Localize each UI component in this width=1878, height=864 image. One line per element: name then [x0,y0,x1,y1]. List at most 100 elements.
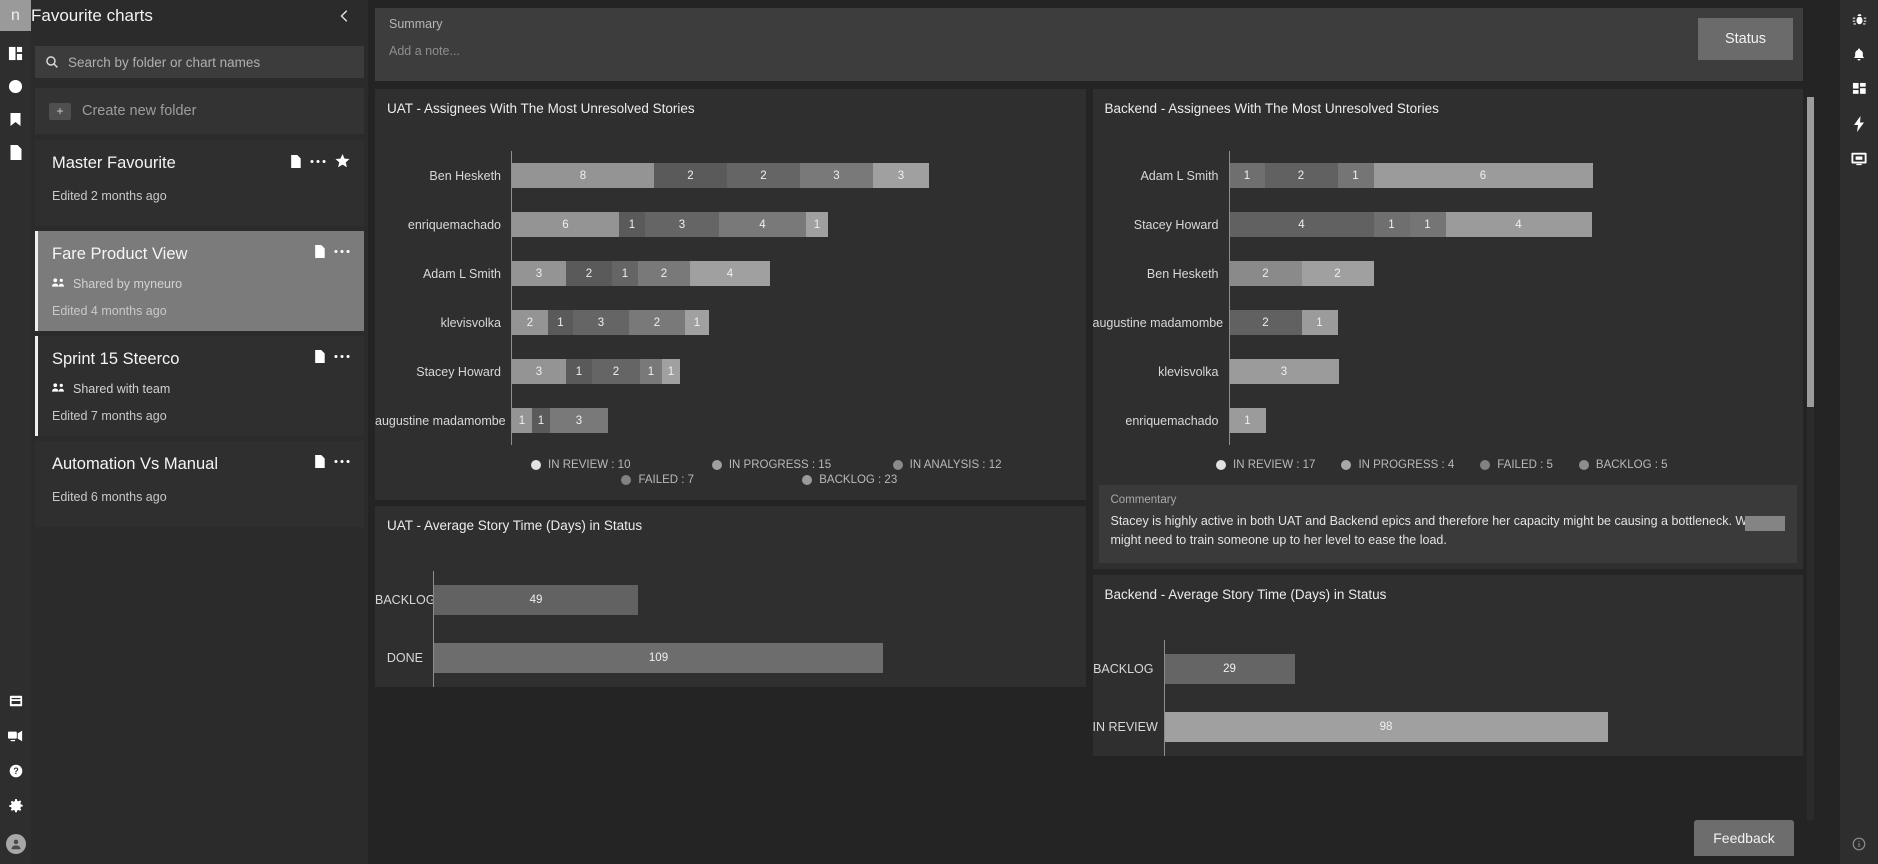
document-icon[interactable] [290,154,301,168]
chart-bar-segment[interactable]: 1 [619,212,645,237]
chart-bar-segment[interactable]: 6 [1373,163,1593,188]
chart-stacked-bar[interactable]: 4114 [1229,212,1592,237]
bolt-icon[interactable] [1850,115,1868,133]
chart-bar[interactable]: 98 [1164,711,1608,742]
folder-card[interactable]: Sprint 15 Steerco Shared with team Edited … [35,336,364,436]
chart-bar-segment[interactable]: 2 [1264,163,1338,188]
chart-bar-segment[interactable]: 2 [1229,310,1302,335]
chevron-left-icon[interactable] [336,7,354,25]
chart-bar-row[interactable]: augustine madamombe 1 1 3 [375,396,1074,445]
chart-legend-item[interactable]: IN REVIEW : 10 [531,459,712,471]
chart-stacked-bar[interactable]: 82233 [512,163,929,188]
chart-bar-segment[interactable]: 3 [550,408,608,433]
chart-bar-segment[interactable]: 1 [806,212,828,237]
commentary-panel[interactable]: Commentary Stacey is highly active in bo… [1098,485,1797,563]
chart-legend-item[interactable]: BACKLOG : 23 [802,474,983,486]
chart-bar-segment[interactable]: 6 [512,212,619,237]
chart-bar-segment[interactable]: 1 [1301,310,1338,335]
chart-bar-segment[interactable]: 8 [512,163,654,188]
chart-bar-row[interactable]: Stacey Howard 4 1 1 4 [1093,200,1792,249]
chart-stacked-bar[interactable]: 61341 [512,212,828,237]
chart-bar-segment[interactable]: 1 [612,261,638,286]
help-icon[interactable]: ? [7,762,25,780]
chart-legend-item[interactable]: IN PROGRESS : 4 [1341,459,1454,471]
chart-bar-segment[interactable]: 1 [1373,212,1410,237]
dashboard-icon[interactable] [7,44,25,62]
chart-bar[interactable]: 29 [1164,653,1295,684]
chart-bar-segment[interactable]: 1 [566,359,592,384]
chart-bar-row[interactable]: klevisvolka 3 [1093,347,1792,396]
chart-bar-segment[interactable]: 4 [1229,212,1374,237]
chart-bar-segment[interactable]: 2 [727,163,800,188]
chart-bar-segment[interactable]: 3 [800,163,873,188]
chart-bar-row[interactable]: Adam L Smith 3 2 1 2 4 [375,249,1074,298]
folder-card[interactable]: Automation Vs Manual Edited 6 months ago [35,441,364,527]
chart-stacked-bar[interactable]: 22 [1229,261,1374,286]
chart-bar-row[interactable]: BACKLOG 29 [1093,639,1792,698]
chart-bar-segment[interactable]: 4 [1445,212,1592,237]
chart-bar-row[interactable]: enriquemachado 6 1 3 4 1 [375,200,1074,249]
folder-card[interactable]: Fare Product View Shared by myneuro Edited… [35,231,364,331]
chart-legend-item[interactable]: BACKLOG : 5 [1578,459,1668,471]
screen-share-icon[interactable] [7,727,25,745]
gear-icon[interactable] [7,797,25,815]
chart-stacked-bar[interactable]: 1 [1229,408,1266,433]
chart-bar-segment[interactable]: 1 [548,310,573,335]
chart-bar-row[interactable]: Adam L Smith 1 2 1 6 [1093,151,1792,200]
document-icon[interactable] [314,245,325,258]
chart-legend-item[interactable]: IN ANALYSIS : 12 [892,459,1074,471]
chart-bar-row[interactable]: klevisvolka 2 1 3 2 1 [375,298,1074,347]
chart-bar[interactable]: 109 [434,643,883,673]
chart-bar-segment[interactable]: 3 [512,359,566,384]
chart-bar-row[interactable]: augustine madamombe 2 1 [1093,298,1792,347]
commentary-action-placeholder[interactable] [1745,516,1785,531]
book-icon[interactable] [7,692,25,710]
info-icon[interactable] [1852,837,1866,856]
app-logo[interactable]: n [0,0,31,31]
chart-bar-segment[interactable]: 3 [573,310,629,335]
chart-bar-segment[interactable]: 2 [654,163,727,188]
chart-bar-segment[interactable]: 1 [532,408,550,433]
folder-card[interactable]: Master Favourite Edited 2 months ago [35,140,364,226]
create-new-folder-button[interactable]: + Create new folder [35,88,364,134]
chart-uat-assignees[interactable]: Ben Hesketh 8 2 2 3 3 enriquemachado 6 1 3 4 1 Adam … [375,116,1086,500]
chart-bar-segment[interactable]: 1 [512,408,532,433]
chart-legend-item[interactable]: IN PROGRESS : 15 [711,459,893,471]
summary-note-input[interactable]: Add a note... [389,44,1791,58]
document-icon[interactable] [7,143,25,161]
chart-bar-value[interactable]: 49 [434,585,638,615]
chart-bar-row[interactable]: DONE 109 [375,629,1074,687]
chart-bar-segment[interactable]: 3 [1229,359,1339,384]
bookmark-icon[interactable] [7,110,25,128]
chart-bar-row[interactable]: IN REVIEW 98 [1093,697,1792,756]
chart-stacked-bar[interactable]: 3 [1229,359,1339,384]
chart-bar-segment[interactable]: 2 [1301,261,1374,286]
star-icon[interactable] [335,154,350,168]
status-button[interactable]: Status [1698,18,1793,60]
chart-bar-segment[interactable]: 1 [1409,212,1446,237]
chart-bar[interactable]: 49 [434,585,638,615]
chart-stacked-bar[interactable]: 21321 [512,310,709,335]
chart-bar-segment[interactable]: 2 [638,261,690,286]
monitor-icon[interactable] [1850,150,1868,168]
more-icon[interactable] [310,159,326,164]
chart-bar-segment[interactable]: 1 [640,359,662,384]
chart-bar-segment[interactable]: 2 [592,359,640,384]
more-icon[interactable] [334,249,350,254]
chart-bar-segment[interactable]: 1 [1229,163,1265,188]
chart-bar-segment[interactable]: 2 [629,310,685,335]
user-avatar-icon[interactable] [5,834,26,854]
chart-bar-segment[interactable]: 4 [690,261,770,286]
chart-bar-value[interactable]: 29 [1164,653,1295,684]
chart-uat-avg-story-time[interactable]: BACKLOG 49 DONE 109 [375,533,1086,687]
compass-icon[interactable] [7,77,25,95]
chart-stacked-bar[interactable]: 32124 [512,261,770,286]
grid-icon[interactable] [1850,80,1868,98]
chart-bar-segment[interactable]: 1 [662,359,680,384]
chart-bar-row[interactable]: Ben Hesketh 2 2 [1093,249,1792,298]
chart-bar-segment[interactable]: 3 [873,163,929,188]
bug-icon[interactable] [1850,10,1868,28]
chart-bar-segment[interactable]: 2 [566,261,612,286]
feedback-button[interactable]: Feedback [1694,820,1794,856]
chart-bar-segment[interactable]: 3 [512,261,566,286]
